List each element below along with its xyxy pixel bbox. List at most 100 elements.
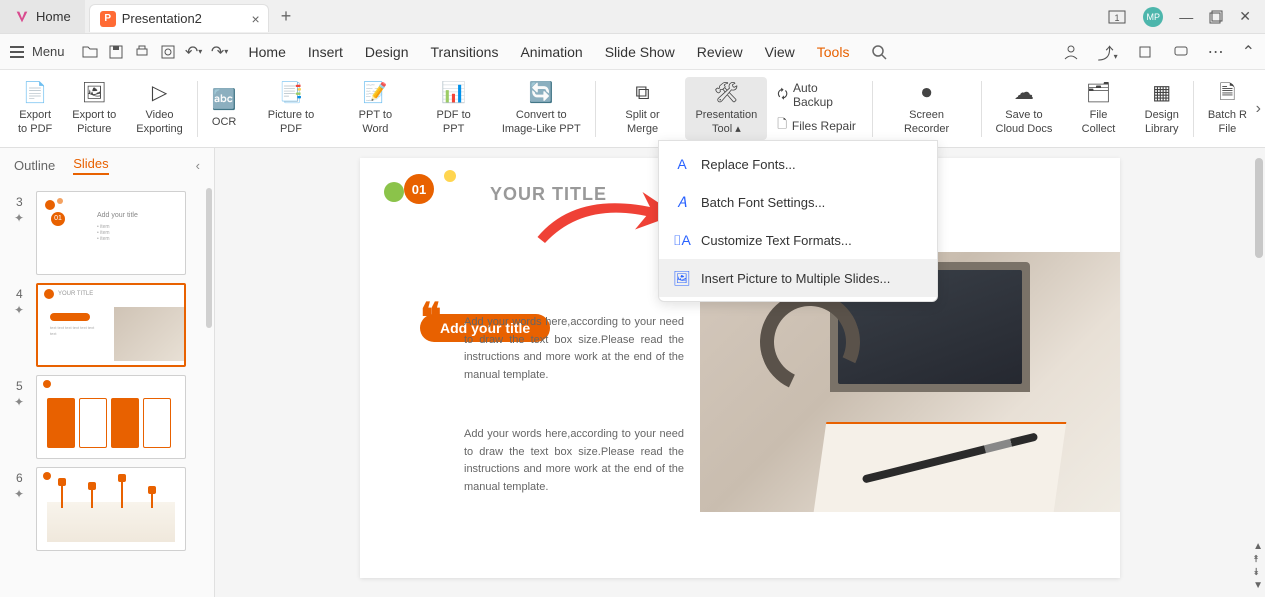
ribbon-presentation-tool[interactable]: 🛠Presentation Tool ▴: [685, 77, 767, 139]
menu-slideshow[interactable]: Slide Show: [605, 44, 675, 60]
menu-insert[interactable]: Insert: [308, 44, 343, 60]
collapse-ribbon-icon[interactable]: ⌃: [1242, 42, 1255, 62]
window-count-icon[interactable]: 1: [1107, 9, 1127, 25]
separator: [981, 81, 982, 137]
paragraph-2: Add your words here,according to your ne…: [464, 426, 684, 496]
recorder-icon: ⏺: [922, 81, 932, 105]
ribbon-ppt-to-word[interactable]: 📝PPT to Word: [335, 77, 415, 139]
tab-document-label: Presentation2: [122, 11, 202, 26]
user-signin-icon[interactable]: [1062, 43, 1080, 61]
user-avatar[interactable]: MP: [1143, 7, 1163, 27]
panel-collapse-icon[interactable]: ‹: [196, 158, 200, 173]
wps-logo-icon: [14, 9, 30, 25]
redo-icon[interactable]: ↷▾: [211, 43, 229, 61]
print-preview-icon[interactable]: [159, 43, 177, 61]
ribbon-export-pdf[interactable]: 📄Export to PDF: [8, 77, 62, 139]
menu-label[interactable]: Menu: [32, 44, 65, 59]
ribbon-convert-imagelike[interactable]: 🔄Convert to Image-Like PPT: [492, 77, 591, 139]
slide-thumbnail-6[interactable]: [36, 467, 186, 551]
tab-home[interactable]: Home: [0, 0, 85, 33]
ribbon-batch-rename[interactable]: 🗎Batch R File: [1198, 77, 1257, 139]
tab-home-label: Home: [36, 9, 71, 24]
ribbon-scroll-right-icon[interactable]: ›: [1256, 100, 1261, 118]
separator: [595, 81, 596, 137]
presentation-tool-dropdown: A Replace Fonts... 𝐴 Batch Font Settings…: [658, 140, 938, 302]
ribbon-video-exporting[interactable]: ▷Video Exporting: [126, 77, 192, 139]
next-slide-icon[interactable]: ▼: [1253, 580, 1263, 591]
close-window-icon[interactable]: ✕: [1239, 8, 1251, 25]
slide-panel: Outline Slides ‹ 3 ✦ 01 Add your title •…: [0, 148, 215, 597]
ribbon-split-merge[interactable]: ⧉Split or Merge: [600, 77, 686, 139]
svg-text:1: 1: [1115, 13, 1120, 23]
open-folder-icon[interactable]: [81, 43, 99, 61]
new-tab-button[interactable]: +: [281, 6, 292, 27]
presentation-file-icon: P: [100, 11, 116, 27]
menu-bar: Menu ↶▾ ↷▾ Home Insert Design Transition…: [0, 34, 1265, 70]
ribbon-backup-group: 🗘Auto Backup 🗋Files Repair: [767, 81, 867, 136]
paragraph-1: Add your words here,according to your ne…: [464, 314, 684, 384]
separator: [872, 81, 873, 137]
menu-home[interactable]: Home: [249, 44, 286, 60]
notification-icon[interactable]: [1136, 43, 1154, 61]
canvas-scrollbar[interactable]: [1255, 158, 1263, 258]
collect-icon: 🗂: [1086, 81, 1111, 105]
dropdown-replace-fonts[interactable]: A Replace Fonts...: [659, 145, 937, 183]
dropdown-insert-picture-multiple[interactable]: 🖼 Insert Picture to Multiple Slides...: [659, 259, 937, 297]
thumb-row[interactable]: 6 ✦: [0, 463, 214, 555]
animation-star-icon: ✦: [14, 395, 24, 409]
print-icon[interactable]: [133, 43, 151, 61]
slide-thumbnail-5[interactable]: [36, 375, 186, 459]
panel-scrollbar[interactable]: [206, 188, 212, 328]
ribbon-export-picture[interactable]: 🖼Export to Picture: [62, 77, 126, 139]
thumbnail-list: 3 ✦ 01 Add your title • item• item• item…: [0, 183, 214, 596]
slide-thumbnail-3[interactable]: 01 Add your title • item• item• item: [36, 191, 186, 275]
menu-animation[interactable]: Animation: [520, 44, 582, 60]
dropdown-batch-font-settings[interactable]: 𝐴 Batch Font Settings...: [659, 183, 937, 221]
more-icon[interactable]: ⋯: [1208, 42, 1224, 62]
chat-icon[interactable]: [1172, 43, 1190, 61]
menu-tools[interactable]: Tools: [817, 44, 850, 60]
menu-transitions[interactable]: Transitions: [431, 44, 499, 60]
workspace: Outline Slides ‹ 3 ✦ 01 Add your title •…: [0, 148, 1265, 597]
batch-icon: 🗎: [1219, 81, 1235, 105]
menu-review[interactable]: Review: [697, 44, 743, 60]
ribbon-screen-recorder[interactable]: ⏺Screen Recorder: [877, 77, 977, 139]
search-icon[interactable]: [871, 44, 887, 60]
ribbon-files-repair[interactable]: 🗋Files Repair: [777, 115, 857, 136]
thumb-row[interactable]: 5 ✦: [0, 371, 214, 463]
next-slide-double-icon[interactable]: ⯯: [1253, 567, 1263, 578]
thumb-row[interactable]: 3 ✦ 01 Add your title • item• item• item: [0, 187, 214, 279]
panel-tab-slides[interactable]: Slides: [73, 156, 108, 175]
slide-thumbnail-4[interactable]: YOUR TITLE text text text text text text…: [36, 283, 186, 367]
insert-picture-icon: 🖼: [673, 269, 691, 287]
share-icon[interactable]: ⤴▾: [1098, 40, 1118, 64]
prev-slide-double-icon[interactable]: ⯭: [1253, 554, 1263, 565]
repair-icon: 🗋: [777, 115, 787, 136]
ribbon-file-collect[interactable]: 🗂File Collect: [1062, 77, 1134, 139]
undo-icon[interactable]: ↶▾: [185, 43, 203, 61]
pdf-ppt-icon: 📊: [441, 81, 466, 105]
ribbon-ocr[interactable]: 🔤OCR: [202, 84, 247, 133]
pdf-icon: 📄: [23, 81, 48, 105]
cloud-icon: ☁: [1014, 81, 1034, 105]
ribbon-picture-to-pdf[interactable]: 📑Picture to PDF: [247, 77, 336, 139]
close-tab-icon[interactable]: ×: [252, 11, 260, 27]
animation-star-icon: ✦: [14, 211, 24, 225]
hamburger-icon[interactable]: [10, 46, 24, 58]
save-icon[interactable]: [107, 43, 125, 61]
menu-view[interactable]: View: [765, 44, 795, 60]
tab-document[interactable]: P Presentation2 ×: [89, 4, 269, 32]
ribbon-pdf-to-ppt[interactable]: 📊PDF to PPT: [415, 77, 491, 139]
minimize-icon[interactable]: —: [1179, 9, 1193, 25]
maximize-icon[interactable]: [1209, 10, 1223, 24]
menu-design[interactable]: Design: [365, 44, 409, 60]
panel-tab-outline[interactable]: Outline: [14, 158, 55, 173]
ribbon-design-library[interactable]: ▦Design Library: [1135, 77, 1189, 139]
video-icon: ▷: [152, 81, 167, 105]
thumb-row[interactable]: 4 ✦ YOUR TITLE text text text text text …: [0, 279, 214, 371]
dropdown-customize-text-formats[interactable]: ⌷A Customize Text Formats...: [659, 221, 937, 259]
ribbon-auto-backup[interactable]: 🗘Auto Backup: [777, 81, 857, 109]
prev-slide-icon[interactable]: ▲: [1253, 541, 1263, 552]
ribbon-save-cloud[interactable]: ☁Save to Cloud Docs: [986, 77, 1063, 139]
backup-icon: 🗘: [777, 85, 788, 106]
